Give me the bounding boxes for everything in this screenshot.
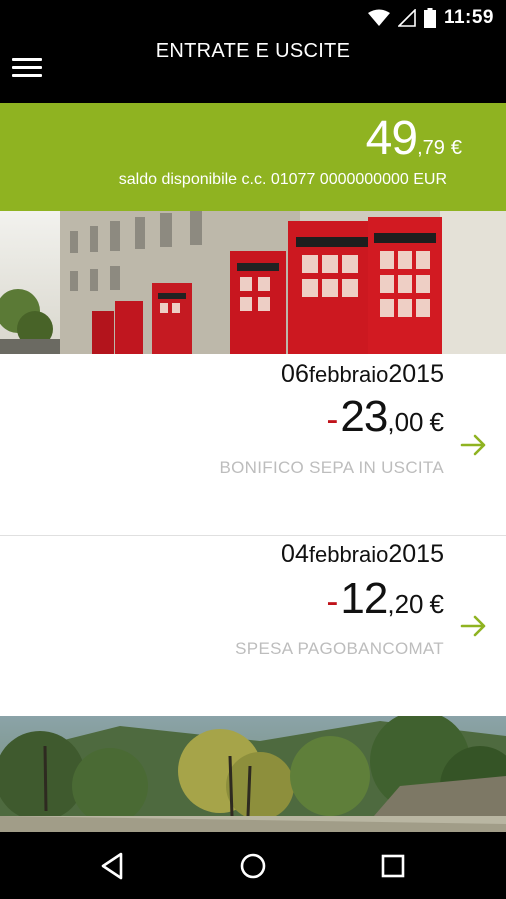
transaction-amount: -12,20 € bbox=[326, 574, 444, 624]
transaction-amount-integer: 23 bbox=[340, 392, 388, 441]
balance-currency: € bbox=[450, 137, 462, 159]
transaction-item[interactable]: 04febbraio2015 -12,20 € SPESA PAGOBANCOMA… bbox=[0, 536, 506, 716]
transaction-date-month: febbraio bbox=[308, 362, 389, 387]
transaction-date-day: 04 bbox=[281, 540, 309, 568]
navigation-bar bbox=[0, 832, 506, 899]
transaction-date-day: 06 bbox=[281, 360, 309, 388]
status-time: 11:59 bbox=[443, 7, 494, 28]
transaction-date-year: 2015 bbox=[388, 540, 444, 568]
transaction-currency: € bbox=[429, 589, 444, 619]
transaction-amount: -23,00 € bbox=[326, 392, 444, 442]
header-photo-telephone-boxes bbox=[0, 211, 506, 354]
balance-amount: 49,79 € bbox=[366, 111, 462, 166]
balance-panel: 49,79 € saldo disponibile c.c. 01077 0000… bbox=[0, 103, 506, 211]
app-bar: ENTRATE E USCITE bbox=[0, 36, 506, 103]
status-bar: 11:59 bbox=[0, 0, 506, 36]
transaction-currency: € bbox=[429, 407, 444, 437]
status-icons: 11:59 bbox=[367, 6, 494, 30]
transaction-sign: - bbox=[326, 580, 339, 621]
transaction-sign: - bbox=[326, 398, 339, 439]
arrow-right-icon[interactable] bbox=[460, 434, 488, 456]
home-icon[interactable] bbox=[237, 850, 269, 882]
transaction-date-year: 2015 bbox=[388, 360, 444, 388]
transaction-description: SPESA PAGOBANCOMAT bbox=[235, 639, 444, 658]
transaction-amount-integer: 12 bbox=[340, 574, 388, 623]
balance-integer: 49 bbox=[365, 112, 418, 165]
balance-caption: saldo disponibile c.c. 01077 0000000000 … bbox=[118, 171, 447, 188]
footer-photo-forest-road bbox=[0, 716, 506, 832]
signal-icon bbox=[397, 9, 416, 27]
page-title: ENTRATE E USCITE bbox=[155, 40, 351, 62]
transaction-date-month: febbraio bbox=[308, 542, 389, 567]
transaction-date: 06febbraio2015 bbox=[281, 360, 444, 389]
transaction-amount-decimal: ,00 bbox=[387, 407, 424, 437]
back-icon[interactable] bbox=[97, 850, 129, 882]
transaction-item[interactable]: 06febbraio2015 -23,00 € BONIFICO SEPA IN … bbox=[0, 354, 506, 535]
recents-icon[interactable] bbox=[377, 850, 409, 882]
balance-decimal: ,79 bbox=[417, 137, 445, 159]
arrow-right-icon[interactable] bbox=[460, 615, 488, 637]
transaction-date: 04febbraio2015 bbox=[281, 540, 444, 569]
transaction-description: BONIFICO SEPA IN USCITA bbox=[219, 458, 444, 477]
transaction-amount-decimal: ,20 bbox=[387, 589, 424, 619]
wifi-icon bbox=[367, 9, 390, 26]
battery-icon bbox=[423, 8, 436, 28]
